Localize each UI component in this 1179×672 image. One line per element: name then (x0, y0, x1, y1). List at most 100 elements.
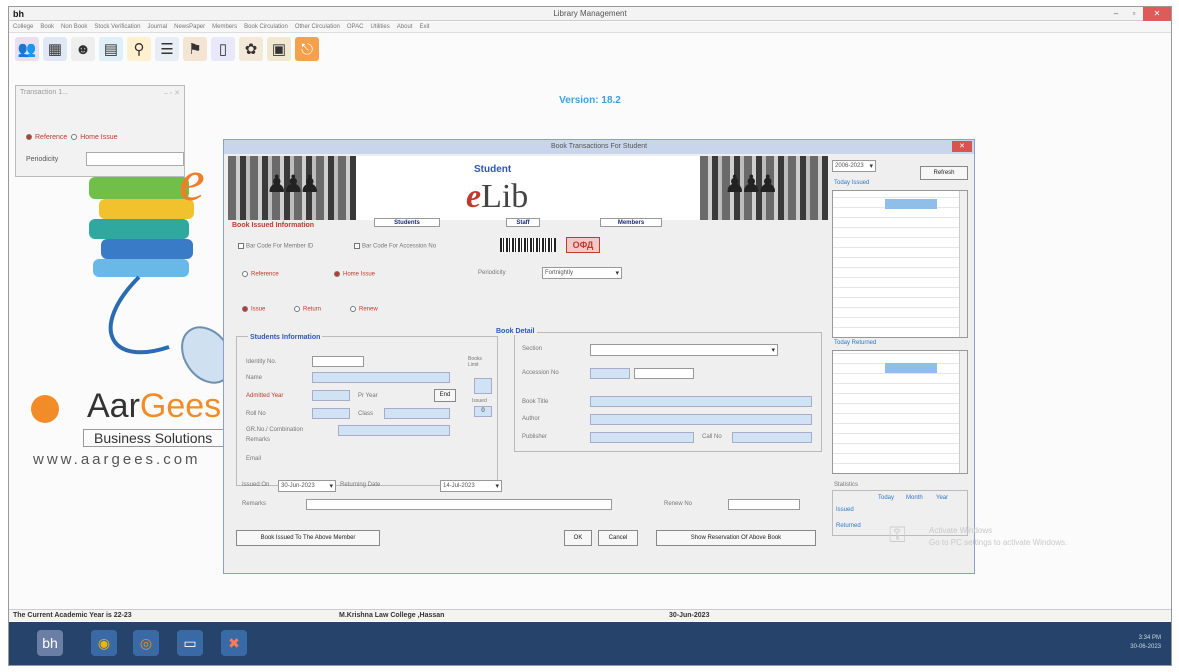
book-transaction-dialog: Book Transactions For Student ✕ ♟♟♟ Stud… (223, 139, 975, 574)
publisher-input[interactable] (590, 432, 694, 443)
issued-on-date[interactable]: 30-Jun-2023 (278, 480, 336, 492)
end-button[interactable]: End (434, 389, 456, 402)
gr-no-input[interactable] (338, 425, 450, 436)
user-icon[interactable]: ⚲ (127, 37, 151, 61)
tab-staff[interactable]: Staff (506, 218, 540, 227)
taskbar: bh ◉ ◎ ▭ ✖ 3:34 PM 30-06-2023 (9, 622, 1171, 665)
refresh-button[interactable]: Refresh (920, 166, 968, 180)
card-icon[interactable]: ▣ (267, 37, 291, 61)
tab-students[interactable]: Students (374, 218, 440, 227)
book-detail-title: Book Detail (494, 328, 537, 335)
members-icon[interactable]: 👥 (15, 37, 39, 61)
call-no-input[interactable] (732, 432, 812, 443)
menu-members[interactable]: Members (212, 22, 237, 32)
identity-no-input[interactable] (312, 356, 364, 367)
issued-list-scrollbar[interactable] (959, 191, 967, 337)
menu-book[interactable]: Book (40, 22, 54, 32)
document-icon[interactable]: ▯ (211, 37, 235, 61)
accession-no-input[interactable] (590, 368, 630, 379)
minimize-button[interactable]: – (1107, 7, 1125, 21)
year-select[interactable]: 2006-2023 (832, 160, 876, 172)
class-input[interactable] (384, 408, 450, 419)
tool-icon[interactable]: ✖ (221, 630, 247, 656)
window-title: Library Management (553, 9, 627, 18)
reference-radio-option[interactable]: Reference (242, 271, 279, 278)
return-radio[interactable]: Return (294, 306, 321, 313)
book-icon[interactable]: ▤ (99, 37, 123, 61)
barcode-member-label: Bar Code For Member ID (246, 243, 314, 250)
issue-radio[interactable]: Issue (242, 306, 265, 313)
admitted-year-input[interactable] (312, 390, 350, 401)
close-button[interactable]: ✕ (1143, 7, 1171, 21)
dialog-close-button[interactable]: ✕ (952, 141, 972, 152)
calendar-icon[interactable]: ▦ (43, 37, 67, 61)
app-window: bh Library Management – ▫ ✕ College Book… (8, 6, 1172, 666)
menu-newspaper[interactable]: NewsPaper (174, 22, 205, 32)
show-reservation-button[interactable]: Show Reservation Of Above Book (656, 530, 816, 546)
returning-date[interactable]: 14-Jul-2023 (440, 480, 502, 492)
author-label: Author (522, 416, 540, 422)
remarks-input[interactable] (306, 499, 612, 510)
menu-utilities[interactable]: Utilities (370, 22, 389, 32)
home-issue-radio[interactable] (71, 134, 78, 141)
menu-journal[interactable]: Journal (147, 22, 167, 32)
explorer-icon[interactable]: ▭ (177, 630, 203, 656)
flag-icon[interactable]: ⚑ (183, 37, 207, 61)
library-app-icon[interactable]: bh (37, 630, 63, 656)
palette-icon[interactable]: ✿ (239, 37, 263, 61)
book-title-input[interactable] (590, 396, 812, 407)
name-input[interactable] (312, 372, 450, 383)
returned-list-scrollbar[interactable] (959, 351, 967, 473)
menu-about[interactable]: About (397, 22, 413, 32)
home-issue-radio-option[interactable]: Home Issue (334, 271, 375, 278)
cancel-button[interactable]: Cancel (598, 530, 638, 546)
periodicity-dropdown[interactable]: Fortnightly (542, 267, 622, 279)
person-icon[interactable]: ☻ (71, 37, 95, 61)
list-icon[interactable]: ☰ (155, 37, 179, 61)
maximize-button[interactable]: ▫ (1125, 7, 1143, 21)
section-dropdown[interactable] (590, 344, 778, 356)
chrome-icon[interactable]: ◉ (91, 630, 117, 656)
window-controls-icon[interactable]: – ▫ ✕ (164, 89, 180, 97)
remarks-inner-label: Remarks (246, 437, 271, 443)
tab-members[interactable]: Members (600, 218, 662, 227)
menu-opac[interactable]: OPAC (347, 22, 364, 32)
barcode-accession-checkbox[interactable]: Bar Code For Accession No (354, 243, 436, 250)
media-icon[interactable]: ◎ (133, 630, 159, 656)
barcode-accession-label: Bar Code For Accession No (362, 243, 437, 250)
reference-radio[interactable] (26, 134, 32, 141)
today-issued-list[interactable] (832, 190, 968, 338)
periodicity-select[interactable] (86, 152, 184, 166)
system-tray[interactable]: 3:34 PM 30-06-2023 (1130, 634, 1161, 652)
book-issued-button[interactable]: Book Issued To The Above Member (236, 530, 380, 546)
today-returned-list[interactable] (832, 350, 968, 474)
transaction-mini-window[interactable]: Transaction 1... – ▫ ✕ Reference Home Is… (15, 85, 185, 177)
menu-non-book[interactable]: Non Book (61, 22, 87, 32)
renew-label: Renew (359, 306, 378, 313)
reference-radio-row: Reference Home Issue (26, 134, 118, 141)
author-input[interactable] (590, 414, 812, 425)
periodicity-field-label: Periodicity (478, 270, 506, 276)
watermark-line2: Go to PC settings to activate Windows. (929, 538, 1068, 547)
renew-radio[interactable]: Renew (350, 306, 378, 313)
issued-info-title: Book Issued Information (232, 222, 315, 229)
issued-on-label: Issued On (242, 482, 270, 488)
students-info-title: Students Information (248, 334, 323, 341)
remarks-label: Remarks (242, 501, 267, 507)
exit-icon[interactable]: ⎋ (295, 37, 319, 61)
name-label: Name (246, 375, 263, 381)
dialog-title: Book Transactions For Student (550, 143, 648, 150)
menu-other-circulation[interactable]: Other Circulation (295, 22, 340, 32)
pr-year-label: Pr Year (358, 393, 378, 399)
books-limit-input[interactable] (474, 378, 492, 394)
menu-exit[interactable]: Exit (419, 22, 429, 32)
menu-stock-verification[interactable]: Stock Verification (94, 22, 140, 32)
barcode-scanner-icon[interactable]: ОФД (566, 237, 600, 253)
barcode-member-checkbox[interactable]: Bar Code For Member ID (238, 243, 313, 250)
ok-button[interactable]: OK (564, 530, 592, 546)
accession-no-input-2[interactable] (634, 368, 694, 379)
menu-book-circulation[interactable]: Book Circulation (244, 22, 288, 32)
menu-college[interactable]: College (13, 22, 33, 32)
roll-no-input[interactable] (312, 408, 350, 419)
renew-no-input[interactable] (728, 499, 800, 510)
